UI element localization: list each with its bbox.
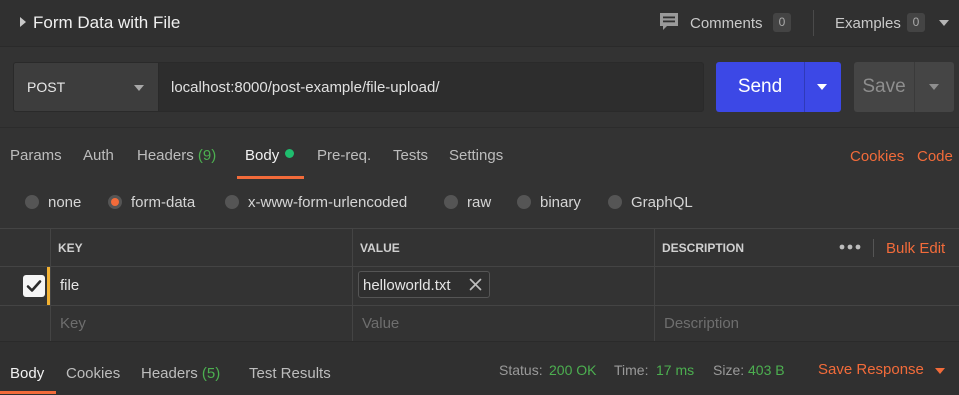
column-divider (654, 229, 655, 342)
response-tab-test-results[interactable]: Test Results (249, 365, 331, 382)
divider (873, 239, 874, 257)
chevron-down-icon (134, 85, 144, 91)
tab-label: Headers (141, 365, 198, 382)
description-input[interactable]: Description (664, 315, 739, 332)
time-value[interactable]: 17 ms (656, 362, 694, 378)
save-options-button[interactable] (914, 62, 954, 112)
divider (813, 10, 814, 36)
radio-label: binary (540, 194, 581, 211)
response-tab-headers[interactable]: Headers (5) (141, 365, 220, 382)
radio-label: none (48, 194, 82, 211)
method-select[interactable]: POST (13, 62, 158, 112)
value-input[interactable]: Value (362, 315, 399, 332)
time-label: Time: (614, 362, 649, 378)
save-response-button[interactable]: Save Response (818, 361, 924, 378)
column-header-description: DESCRIPTION (662, 241, 745, 255)
response-tab-body[interactable]: Body (10, 365, 44, 382)
tab-count: (9) (197, 147, 217, 164)
caret-right-icon[interactable] (20, 17, 26, 27)
key-input[interactable]: Key (60, 315, 86, 332)
examples-button[interactable]: Examples (835, 15, 901, 32)
comments-count-badge: 0 (773, 13, 791, 32)
column-divider (50, 229, 51, 342)
request-tabs: Params Auth Headers (9) Body Pre-req. Te… (0, 127, 959, 179)
column-header-key: KEY (58, 241, 83, 255)
comment-icon[interactable] (659, 12, 679, 32)
size-value[interactable]: 403 B (748, 362, 785, 378)
row-divider (0, 305, 959, 306)
chevron-down-icon[interactable] (939, 20, 949, 26)
tab-count: (5) (201, 365, 221, 382)
examples-count-badge: 0 (907, 13, 925, 32)
radio-button-icon (25, 195, 39, 209)
send-button[interactable]: Send (716, 62, 804, 112)
file-name: helloworld.txt (363, 277, 451, 294)
tab-label: Headers (137, 147, 194, 164)
request-title[interactable]: Form Data with File (33, 13, 180, 33)
tab-prereq[interactable]: Pre-req. (317, 147, 371, 164)
radio-label: form-data (131, 194, 196, 211)
row-divider (0, 266, 959, 267)
url-input[interactable] (158, 62, 704, 112)
tab-label: Body (245, 147, 280, 164)
response-tab-cookies[interactable]: Cookies (66, 365, 120, 382)
radio-label: raw (467, 194, 492, 211)
tab-auth[interactable]: Auth (83, 147, 114, 164)
radio-selected-icon (108, 195, 122, 209)
code-link[interactable]: Code (917, 148, 953, 165)
chevron-down-icon[interactable] (935, 368, 945, 374)
row-enabled-checkbox[interactable] (23, 275, 45, 297)
chevron-down-icon (817, 84, 827, 90)
radio-button-icon (444, 195, 458, 209)
radio-button-icon (225, 195, 239, 209)
comments-button[interactable]: Comments (690, 15, 763, 32)
radio-button-icon (608, 195, 622, 209)
tab-body[interactable]: Body (245, 147, 295, 164)
status-dot-icon (285, 149, 295, 158)
param-key-cell[interactable]: file (60, 277, 79, 294)
form-data-table: KEY VALUE DESCRIPTION Bulk Edit file hel… (0, 228, 959, 342)
method-label: POST (27, 79, 66, 95)
chevron-down-icon (929, 84, 939, 90)
close-icon[interactable] (469, 278, 482, 291)
active-tab-indicator (0, 391, 56, 394)
column-header-value: VALUE (360, 241, 400, 255)
tab-settings[interactable]: Settings (449, 147, 503, 164)
size-label: Size: (713, 362, 745, 378)
status-value[interactable]: 200 OK (549, 362, 596, 378)
bulk-edit-link[interactable]: Bulk Edit (886, 240, 945, 257)
response-bar: Body Cookies Headers (5) Test Results St… (0, 341, 959, 395)
column-divider (352, 229, 353, 342)
radio-label: x-www-form-urlencoded (248, 194, 408, 211)
row-edit-indicator (47, 267, 50, 305)
save-button[interactable]: Save (854, 62, 914, 112)
radio-button-icon (517, 195, 531, 209)
checkmark-icon (26, 280, 42, 292)
request-title-bar: Form Data with File Comments 0 Examples … (0, 0, 959, 47)
radio-label: GraphQL (631, 194, 693, 211)
send-options-button[interactable] (804, 62, 841, 112)
status-label: Status: (499, 362, 543, 378)
tab-headers[interactable]: Headers (9) (137, 147, 216, 164)
cookies-link[interactable]: Cookies (850, 148, 904, 165)
more-options-icon[interactable] (839, 243, 861, 251)
file-chip[interactable]: helloworld.txt (358, 271, 490, 298)
tab-params[interactable]: Params (10, 147, 62, 164)
body-type-options: none form-data x-www-form-urlencoded raw… (0, 177, 959, 227)
tab-tests[interactable]: Tests (393, 147, 428, 164)
